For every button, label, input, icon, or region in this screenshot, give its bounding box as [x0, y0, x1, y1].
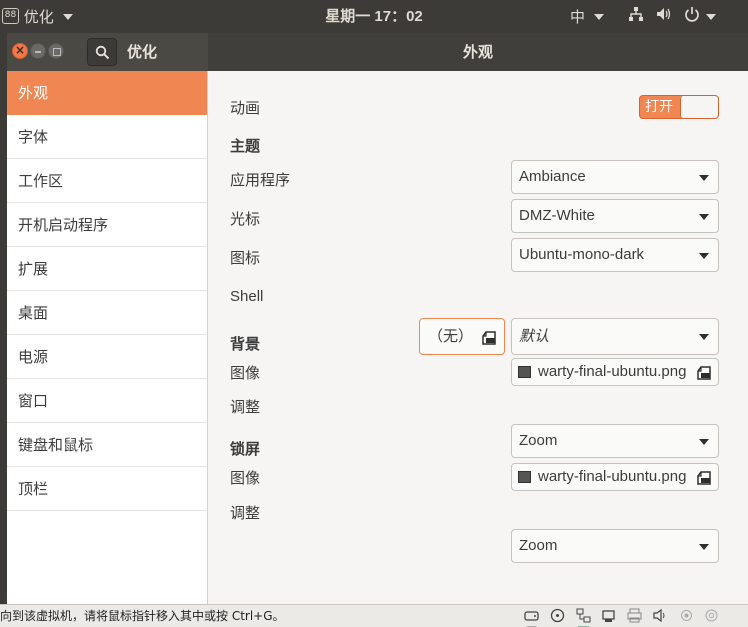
camera-icon[interactable]: [704, 608, 719, 623]
sidebar-item-startup-apps[interactable]: 开机启动程序: [7, 203, 207, 247]
sidebar-item-appearance[interactable]: 外观: [7, 71, 207, 115]
dropdown-arrow-icon: [699, 253, 709, 259]
hard-disk-icon[interactable]: [524, 608, 539, 623]
shell-file-value: （无）: [428, 327, 474, 345]
applications-theme-value: Ambiance: [519, 168, 586, 185]
applications-theme-select[interactable]: Ambiance: [511, 160, 719, 194]
app-menu[interactable]: 88 优化: [2, 0, 73, 33]
icons-theme-label: 图标: [230, 249, 261, 267]
vm-device-icons: [524, 608, 748, 627]
input-method-label: 中: [570, 8, 586, 26]
shell-theme-select[interactable]: 默认: [511, 318, 719, 355]
appearance-panel: 动画 打开 主题 应用程序 Ambiance 光标 DMZ-White 图标 U…: [208, 71, 748, 604]
background-adjustment-value: Zoom: [519, 432, 558, 449]
lock-adjustment-label: 调整: [230, 504, 261, 522]
shell-theme-file-button[interactable]: （无）: [419, 318, 505, 355]
vm-status-text: 向到该虚拟机，请将鼠标指针移入其中或按 Ctrl+G。: [0, 609, 285, 623]
dropdown-arrow-icon: [699, 214, 709, 220]
document-open-icon: [482, 331, 496, 345]
lock-image-label: 图像: [230, 469, 261, 487]
cursor-theme-select[interactable]: DMZ-White: [511, 199, 719, 233]
background-image-label: 图像: [230, 364, 261, 382]
animations-toggle[interactable]: 打开: [639, 95, 719, 119]
speaker-icon[interactable]: [679, 608, 694, 623]
shell-theme-value: 默认: [519, 328, 550, 345]
dropdown-arrow-icon: [699, 334, 709, 340]
tweaks-window: × 优化 外观 外观 字体 工作区 开机启动程序 扩展 桌面 电源 窗口 键盘和…: [7, 33, 748, 604]
sidebar-item-desktop[interactable]: 桌面: [7, 291, 207, 335]
optical-drive-icon[interactable]: [550, 608, 565, 623]
app-menu-label: 优化: [23, 8, 54, 26]
dropdown-arrow-icon: [699, 439, 709, 445]
page-title: 外观: [462, 43, 493, 61]
toggle-on-text: 打开: [645, 99, 673, 115]
document-open-icon: [697, 366, 711, 380]
icons-theme-select[interactable]: Ubuntu-mono-dark: [511, 238, 719, 272]
themes-section-title: 主题: [230, 137, 261, 155]
lock-image-filename: warty-final-ubuntu.png: [538, 468, 687, 485]
sound-icon[interactable]: [653, 608, 668, 623]
power-icon: [684, 0, 700, 34]
content-headerbar: 外观: [208, 33, 748, 71]
vm-status-bar: 向到该虚拟机，请将鼠标指针移入其中或按 Ctrl+G。: [0, 604, 748, 627]
background-adjustment-select[interactable]: Zoom: [511, 424, 719, 458]
sidebar-item-fonts[interactable]: 字体: [7, 115, 207, 159]
background-image-filename: warty-final-ubuntu.png: [538, 363, 687, 380]
search-icon: [95, 45, 109, 60]
dropdown-arrow-icon: [699, 175, 709, 181]
dropdown-arrow-icon: [699, 544, 709, 550]
lock-screen-section-title: 锁屏: [230, 440, 261, 458]
background-section-title: 背景: [230, 335, 261, 353]
lock-adjustment-value: Zoom: [519, 537, 558, 554]
cursor-theme-value: DMZ-White: [519, 207, 595, 224]
lock-image-file-button[interactable]: warty-final-ubuntu.png: [511, 463, 719, 491]
icons-theme-value: Ubuntu-mono-dark: [519, 246, 645, 263]
background-adjustment-label: 调整: [230, 398, 261, 416]
close-button[interactable]: ×: [12, 43, 28, 59]
input-method-menu[interactable]: 中: [570, 0, 604, 33]
network-icon: [628, 0, 644, 34]
toggle-knob: [680, 96, 718, 118]
sidebar-item-power[interactable]: 电源: [7, 335, 207, 379]
lock-adjustment-select[interactable]: Zoom: [511, 529, 719, 563]
minimize-button[interactable]: [30, 43, 46, 59]
chevron-down-icon: [593, 13, 604, 20]
sidebar: 外观 字体 工作区 开机启动程序 扩展 桌面 电源 窗口 键盘和鼠标 顶栏: [7, 71, 208, 604]
app-title: 优化: [127, 43, 158, 61]
chevron-down-icon: [706, 13, 716, 20]
animations-label: 动画: [230, 99, 261, 117]
cursor-theme-label: 光标: [230, 210, 261, 228]
image-file-icon: [518, 471, 531, 483]
chevron-down-icon: [62, 13, 73, 20]
top-panel: 星期一 17：02 88 优化 中: [0, 0, 748, 33]
shell-theme-label: Shell: [230, 288, 264, 305]
image-file-icon: [518, 366, 531, 378]
sidebar-item-windows[interactable]: 窗口: [7, 379, 207, 423]
document-open-icon: [697, 471, 711, 485]
sidebar-headerbar: × 优化: [7, 33, 208, 71]
sidebar-item-extensions[interactable]: 扩展: [7, 247, 207, 291]
tweaks-app-icon: 88: [2, 8, 19, 24]
network-adapter-icon[interactable]: [576, 608, 591, 623]
usb-device-icon[interactable]: [601, 608, 616, 623]
printer-icon[interactable]: [627, 608, 642, 623]
background-image-file-button[interactable]: warty-final-ubuntu.png: [511, 358, 719, 386]
applications-theme-label: 应用程序: [230, 171, 291, 189]
maximize-button[interactable]: [48, 43, 64, 59]
sidebar-item-workspaces[interactable]: 工作区: [7, 159, 207, 203]
volume-icon: [656, 0, 672, 34]
search-button[interactable]: [87, 38, 117, 66]
system-menu[interactable]: [628, 0, 728, 33]
sidebar-item-keyboard-mouse[interactable]: 键盘和鼠标: [7, 423, 207, 467]
sidebar-item-top-bar[interactable]: 顶栏: [7, 467, 207, 511]
